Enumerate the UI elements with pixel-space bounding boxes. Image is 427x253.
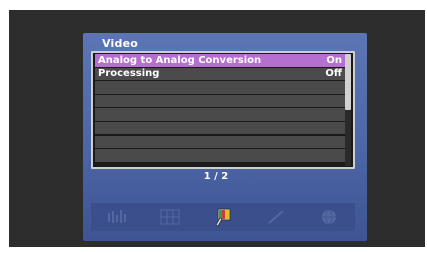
page-indicator: 1 / 2 <box>203 171 229 182</box>
list-item-empty <box>95 135 345 149</box>
list-item-empty <box>95 81 345 94</box>
grid-icon[interactable] <box>159 207 181 227</box>
audio-icon[interactable] <box>106 207 128 227</box>
list-item-value: On <box>326 54 342 66</box>
list-item-label: Processing <box>98 68 160 80</box>
video-icon[interactable] <box>212 207 234 227</box>
category-icon-bar <box>91 203 355 231</box>
list-item-empty <box>95 94 345 108</box>
list-item-processing[interactable]: Processing Off <box>95 67 345 81</box>
menu-title: Video <box>102 37 138 50</box>
list-item-value: Off <box>325 68 342 80</box>
list-item-empty <box>95 149 345 162</box>
list-item-empty <box>95 121 345 135</box>
globe-icon[interactable] <box>318 207 340 227</box>
scroll-thumb[interactable] <box>345 54 351 110</box>
list-item-empty <box>95 108 345 121</box>
scrollbar[interactable] <box>345 54 351 166</box>
settings-list: Analog to Analog Conversion On Processin… <box>91 51 355 169</box>
pen-icon[interactable] <box>265 207 287 227</box>
list-item-analog-conversion[interactable]: Analog to Analog Conversion On <box>95 54 345 67</box>
list-item-label: Analog to Analog Conversion <box>98 54 262 66</box>
